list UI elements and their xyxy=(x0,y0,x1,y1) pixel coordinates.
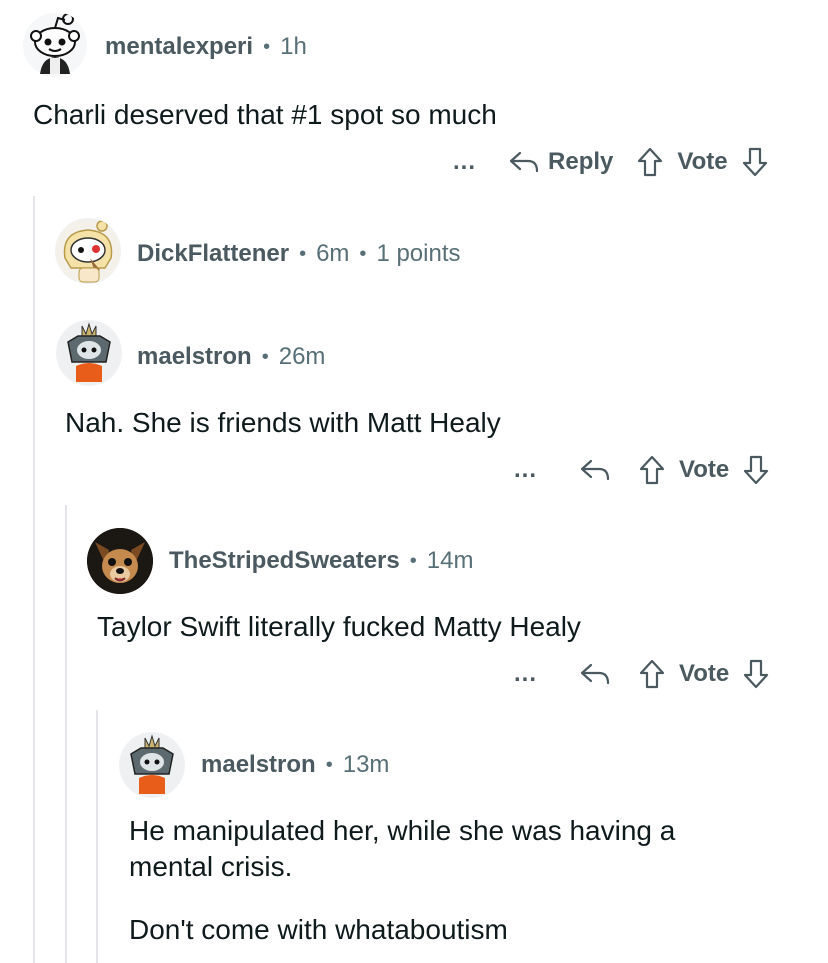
timestamp[interactable]: 13m xyxy=(343,751,390,779)
downvote-arrow-icon[interactable] xyxy=(743,659,769,689)
separator-dot: • xyxy=(359,242,367,265)
comment-body-line-2: mental crisis. xyxy=(129,851,293,882)
more-options-button[interactable]: ... xyxy=(514,456,537,484)
reply-button[interactable]: Reply xyxy=(508,148,613,176)
chihuahua-photo-avatar-icon[interactable] xyxy=(87,528,153,594)
reply-button[interactable] xyxy=(579,458,611,482)
armored-snoo-avatar-icon[interactable] xyxy=(56,320,122,386)
blonde-snoo-avatar-icon[interactable] xyxy=(55,218,121,284)
comment-actions: ... Vote xyxy=(514,655,769,693)
username[interactable]: mentalexperi xyxy=(105,33,253,61)
timestamp[interactable]: 14m xyxy=(427,547,474,575)
points-count: 1 points xyxy=(376,240,461,267)
username[interactable]: maelstron xyxy=(201,751,316,779)
vote-label: Vote xyxy=(679,456,730,483)
upvote-arrow-icon[interactable] xyxy=(639,455,665,485)
reply-arrow-icon xyxy=(579,458,611,482)
separator-dot: • xyxy=(261,345,269,368)
separator-dot: • xyxy=(299,242,307,265)
thread-line-level-1 xyxy=(33,196,35,963)
downvote-arrow-icon[interactable] xyxy=(742,147,768,177)
username[interactable]: DickFlattener xyxy=(137,240,289,268)
username[interactable]: TheStripedSweaters xyxy=(169,547,400,575)
timestamp[interactable]: 26m xyxy=(279,343,326,371)
username[interactable]: maelstron xyxy=(137,343,252,371)
comment-meta: maelstron • 13m xyxy=(201,751,389,779)
separator-dot: • xyxy=(409,549,417,572)
upvote-arrow-icon[interactable] xyxy=(637,147,663,177)
comment-actions: ... Vote xyxy=(514,451,769,489)
comment-body: Charli deserved that #1 spot so much xyxy=(33,99,497,130)
comment-actions: ... Reply Vote xyxy=(453,143,768,181)
more-options-button[interactable]: ... xyxy=(453,148,476,176)
vote-label: Vote xyxy=(677,148,728,175)
thread-line-level-2 xyxy=(65,505,67,963)
timestamp[interactable]: 6m xyxy=(316,240,349,268)
comment-body: Nah. She is friends with Matt Healy xyxy=(65,407,501,438)
comment-body-line-1: He manipulated her, while she was having… xyxy=(129,815,676,846)
reply-arrow-icon xyxy=(579,662,611,686)
thread-line-level-3 xyxy=(96,710,98,963)
comment-meta: TheStripedSweaters • 14m xyxy=(169,547,473,575)
downvote-arrow-icon[interactable] xyxy=(743,455,769,485)
vote-label: Vote xyxy=(679,660,730,687)
snoo-avatar-icon[interactable] xyxy=(22,12,88,78)
reply-button[interactable] xyxy=(579,662,611,686)
reply-arrow-icon xyxy=(508,150,540,174)
comment-meta: mentalexperi • 1h xyxy=(105,33,307,61)
comment-meta: maelstron • 26m xyxy=(137,343,325,371)
comment-body: Taylor Swift literally fucked Matty Heal… xyxy=(97,611,581,642)
comment-meta: DickFlattener • 6m • 1 points xyxy=(137,240,461,268)
comment-body-paragraph-2: Don't come with whataboutism xyxy=(129,914,508,945)
timestamp[interactable]: 1h xyxy=(280,33,307,61)
separator-dot: • xyxy=(325,753,333,776)
armored-snoo-avatar-icon[interactable] xyxy=(119,732,185,798)
separator-dot: • xyxy=(263,35,271,58)
reply-label: Reply xyxy=(548,148,614,175)
upvote-arrow-icon[interactable] xyxy=(639,659,665,689)
more-options-button[interactable]: ... xyxy=(514,660,537,688)
